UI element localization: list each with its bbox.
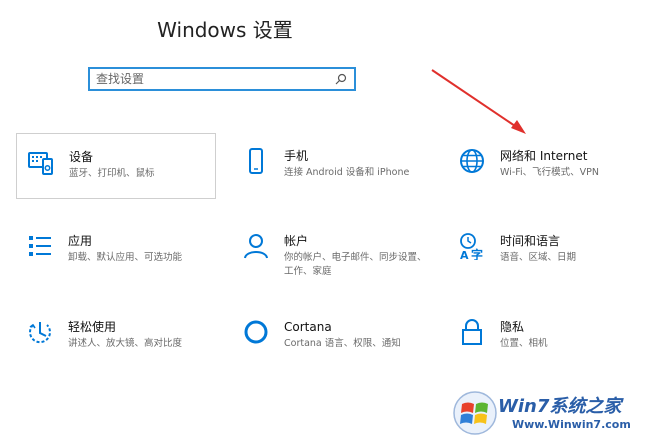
tile-desc: 讲述人、放大镜、高对比度 (68, 338, 183, 349)
tile-title: 网络和 Internet (500, 149, 588, 163)
tile-title: 设备 (69, 150, 94, 164)
svg-text:字: 字 (471, 247, 483, 260)
search-icon[interactable] (333, 71, 349, 87)
tile-accounts[interactable]: 帐户 你的帐户、电子邮件、同步设置、工作、家庭 (232, 218, 432, 284)
tile-title: 应用 (68, 234, 93, 248)
tile-network[interactable]: 网络和 Internet Wi-Fi、飞行模式、VPN (448, 133, 646, 199)
person-icon (242, 232, 270, 260)
globe-icon (458, 147, 486, 175)
devices-icon (27, 148, 55, 176)
tile-time-language[interactable]: A字 时间和语言 语音、区域、日期 (448, 218, 646, 284)
cortana-icon (242, 318, 270, 346)
tile-title: Cortana (284, 320, 332, 334)
watermark-url: Www.Winwin7.com (512, 418, 631, 431)
windows-flag-icon (453, 391, 497, 435)
tile-title: 时间和语言 (500, 234, 561, 248)
search-box[interactable] (88, 67, 356, 91)
lock-icon (458, 318, 486, 346)
tile-desc: 连接 Android 设备和 iPhone (284, 167, 410, 178)
watermark-logo: Win7系统之家 Www.Winwin7.com (452, 388, 644, 438)
tile-ease-of-access[interactable]: 轻松使用 讲述人、放大镜、高对比度 (16, 304, 216, 370)
tile-desc: 蓝牙、打印机、鼠标 (69, 168, 155, 179)
tile-title: 手机 (284, 149, 309, 163)
phone-icon (242, 147, 270, 175)
tile-phone[interactable]: 手机 连接 Android 设备和 iPhone (232, 133, 432, 199)
tile-desc: 位置、相机 (500, 338, 548, 349)
tile-desc: Wi-Fi、飞行模式、VPN (500, 167, 599, 178)
tile-desc: Cortana 语言、权限、通知 (284, 338, 401, 349)
watermark-text: Win7系统之家 (498, 396, 622, 417)
apps-list-icon (26, 232, 54, 260)
tile-desc: 卸载、默认应用、可选功能 (68, 252, 183, 263)
tile-devices[interactable]: 设备 蓝牙、打印机、鼠标 (16, 133, 216, 199)
tile-title: 帐户 (284, 234, 309, 248)
tile-title: 轻松使用 (68, 320, 117, 334)
tile-title: 隐私 (500, 320, 525, 334)
svg-text:A: A (460, 249, 469, 260)
ease-of-access-icon (26, 318, 54, 346)
tile-desc: 你的帐户、电子邮件、同步设置、工作、家庭 (284, 252, 427, 277)
tile-apps[interactable]: 应用 卸载、默认应用、可选功能 (16, 218, 216, 284)
search-input[interactable] (90, 70, 333, 88)
page-title: Windows 设置 (157, 18, 293, 42)
tile-cortana[interactable]: Cortana Cortana 语言、权限、通知 (232, 304, 432, 370)
tile-desc: 语音、区域、日期 (500, 252, 577, 263)
time-language-icon: A字 (458, 232, 486, 260)
tile-privacy[interactable]: 隐私 位置、相机 (448, 304, 646, 370)
